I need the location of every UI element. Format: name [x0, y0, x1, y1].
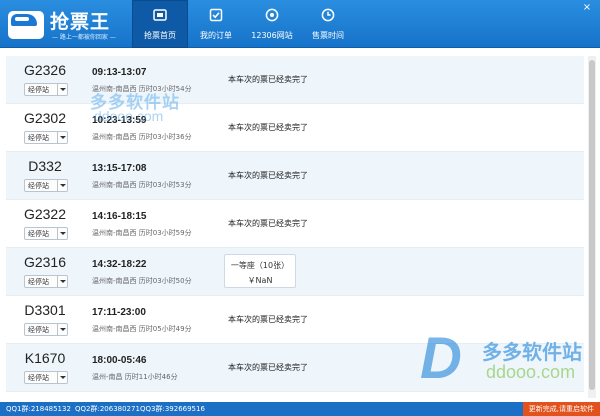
globe-icon	[265, 8, 279, 22]
nav-orders-label: 我的订单	[200, 31, 232, 40]
train-time: 09:13-13:07	[92, 67, 147, 78]
train-time: 18:00-05:46	[92, 355, 147, 366]
update-notice-button[interactable]: 更新完成,请重启软件	[522, 402, 600, 416]
sold-out-status: 本车次的票已经卖完了	[228, 315, 308, 324]
seat-type: 一等座（10张）	[225, 260, 295, 271]
stops-label: 经停站	[28, 230, 49, 238]
home-icon	[153, 8, 167, 22]
train-route: 温州南-南昌西 历时03小时59分	[92, 228, 192, 238]
train-row: D332 经停站 13:15-17:08 温州南-南昌西 历时03小时53分 本…	[6, 152, 584, 200]
watermark-bottom-text: 多多软件站	[482, 342, 582, 364]
nav-sale-time[interactable]: 售票时间	[300, 0, 356, 48]
qq-group-2: QQ2群:206380271	[75, 405, 140, 413]
train-row: G2316 经停站 14:32-18:22 温州南-南昌西 历时03小时50分 …	[6, 248, 584, 296]
route-stations: 温州-南昌	[92, 373, 123, 381]
main-nav: 抢票首页 我的订单 12306网站 售票时间	[132, 0, 356, 48]
status-bar: QQ1群:218485132 QQ2群:206380271 QQ3群:39266…	[0, 402, 600, 416]
nav-sale-time-label: 售票时间	[312, 31, 344, 40]
app-subtitle: — 路上一都被你回家 —	[52, 34, 116, 41]
qq-group-3: QQ3群:392669516	[140, 405, 205, 413]
sold-out-status: 本车次的票已经卖完了	[228, 219, 308, 228]
chevron-down-icon	[57, 84, 67, 95]
sold-out-status: 本车次的票已经卖完了	[228, 171, 308, 180]
app-logo: 抢票王 — 路上一都被你回家 —	[6, 5, 126, 43]
seat-price: ￥NaN	[247, 276, 273, 285]
stops-dropdown[interactable]: 经停站	[24, 371, 68, 384]
train-number: K1670	[24, 350, 66, 366]
nav-orders[interactable]: 我的订单	[188, 0, 244, 48]
route-stations: 温州南-南昌西	[92, 181, 137, 189]
train-time: 13:15-17:08	[92, 163, 147, 174]
seat-option[interactable]: 一等座（10张） ￥NaN	[224, 254, 296, 288]
route-duration: 历时05小时49分	[138, 325, 192, 333]
route-duration: 历时03小时36分	[138, 133, 192, 141]
route-duration: 历时11小时46分	[124, 373, 178, 381]
train-route: 温州南-南昌西 历时03小时50分	[92, 276, 192, 286]
watermark-top-domain: ddooo.com	[94, 108, 164, 124]
sold-out-status: 本车次的票已经卖完了	[228, 123, 308, 132]
chevron-down-icon	[57, 372, 67, 383]
watermark-bottom-domain: ddooo.com	[486, 362, 576, 382]
route-duration: 历时03小时59分	[138, 229, 192, 237]
route-stations: 温州南-南昌西	[92, 229, 137, 237]
train-route: 温州南-南昌西 历时03小时53分	[92, 180, 192, 190]
train-time: 17:11-23:00	[92, 307, 146, 318]
close-window-button[interactable]: ×	[580, 2, 594, 14]
sold-out-status: 本车次的票已经卖完了	[228, 363, 308, 372]
route-duration: 历时03小时50分	[138, 277, 192, 285]
nav-12306-label: 12306网站	[251, 31, 293, 40]
watermark-logo-icon: D	[420, 326, 462, 391]
stops-dropdown[interactable]: 经停站	[24, 227, 68, 240]
chevron-down-icon	[57, 276, 67, 287]
chevron-down-icon	[57, 228, 67, 239]
checkbox-icon	[209, 8, 223, 22]
sold-out-status: 本车次的票已经卖完了	[228, 75, 308, 84]
train-icon	[11, 14, 37, 26]
nav-home-label: 抢票首页	[144, 31, 176, 40]
train-number: G2302	[23, 110, 67, 126]
route-stations: 温州南-南昌西	[92, 325, 137, 333]
chevron-down-icon	[57, 180, 67, 191]
seat-class: 一等座	[230, 261, 255, 270]
stops-dropdown[interactable]: 经停站	[24, 131, 68, 144]
train-route: 温州南-南昌西 历时03小时36分	[92, 132, 192, 142]
train-number: G2316	[23, 254, 67, 270]
train-route: 温州-南昌 历时11小时46分	[92, 372, 178, 382]
stops-label: 经停站	[28, 134, 49, 142]
stops-label: 经停站	[28, 182, 49, 190]
qq-group-1: QQ1群:218485132	[6, 405, 71, 413]
train-time: 14:16-18:15	[92, 211, 147, 222]
clock-icon	[321, 8, 335, 22]
app-title: 抢票王	[50, 11, 111, 33]
train-number: G2326	[23, 62, 67, 78]
nav-12306[interactable]: 12306网站	[244, 0, 300, 48]
chevron-down-icon	[57, 324, 67, 335]
stops-label: 经停站	[28, 374, 49, 382]
stops-label: 经停站	[28, 278, 49, 286]
route-stations: 温州南-南昌西	[92, 277, 137, 285]
seat-count: （10张）	[254, 261, 290, 270]
route-duration: 历时03小时53分	[138, 181, 192, 189]
stops-dropdown[interactable]: 经停站	[24, 275, 68, 288]
stops-dropdown[interactable]: 经停站	[24, 323, 68, 336]
stops-dropdown[interactable]: 经停站	[24, 83, 68, 96]
stops-dropdown[interactable]: 经停站	[24, 179, 68, 192]
route-stations: 温州南-南昌西	[92, 133, 137, 141]
train-time: 14:32-18:22	[92, 259, 147, 270]
title-bar: 抢票王 — 路上一都被你回家 — 抢票首页 我的订单 12306网站 售票时间 …	[0, 0, 600, 48]
train-row: G2322 经停站 14:16-18:15 温州南-南昌西 历时03小时59分 …	[6, 200, 584, 248]
stops-label: 经停站	[28, 326, 49, 334]
train-number: D332	[28, 158, 62, 174]
stops-label: 经停站	[28, 86, 49, 94]
train-number: D3301	[24, 302, 66, 318]
watermark-top: 多多软件站 ddooo.com	[72, 88, 212, 132]
train-number: G2322	[23, 206, 67, 222]
chevron-down-icon	[57, 132, 67, 143]
watermark-bottom: D 多多软件站 ddooo.com	[420, 330, 596, 396]
train-route: 温州南-南昌西 历时05小时49分	[92, 324, 192, 334]
nav-home[interactable]: 抢票首页	[132, 0, 188, 48]
